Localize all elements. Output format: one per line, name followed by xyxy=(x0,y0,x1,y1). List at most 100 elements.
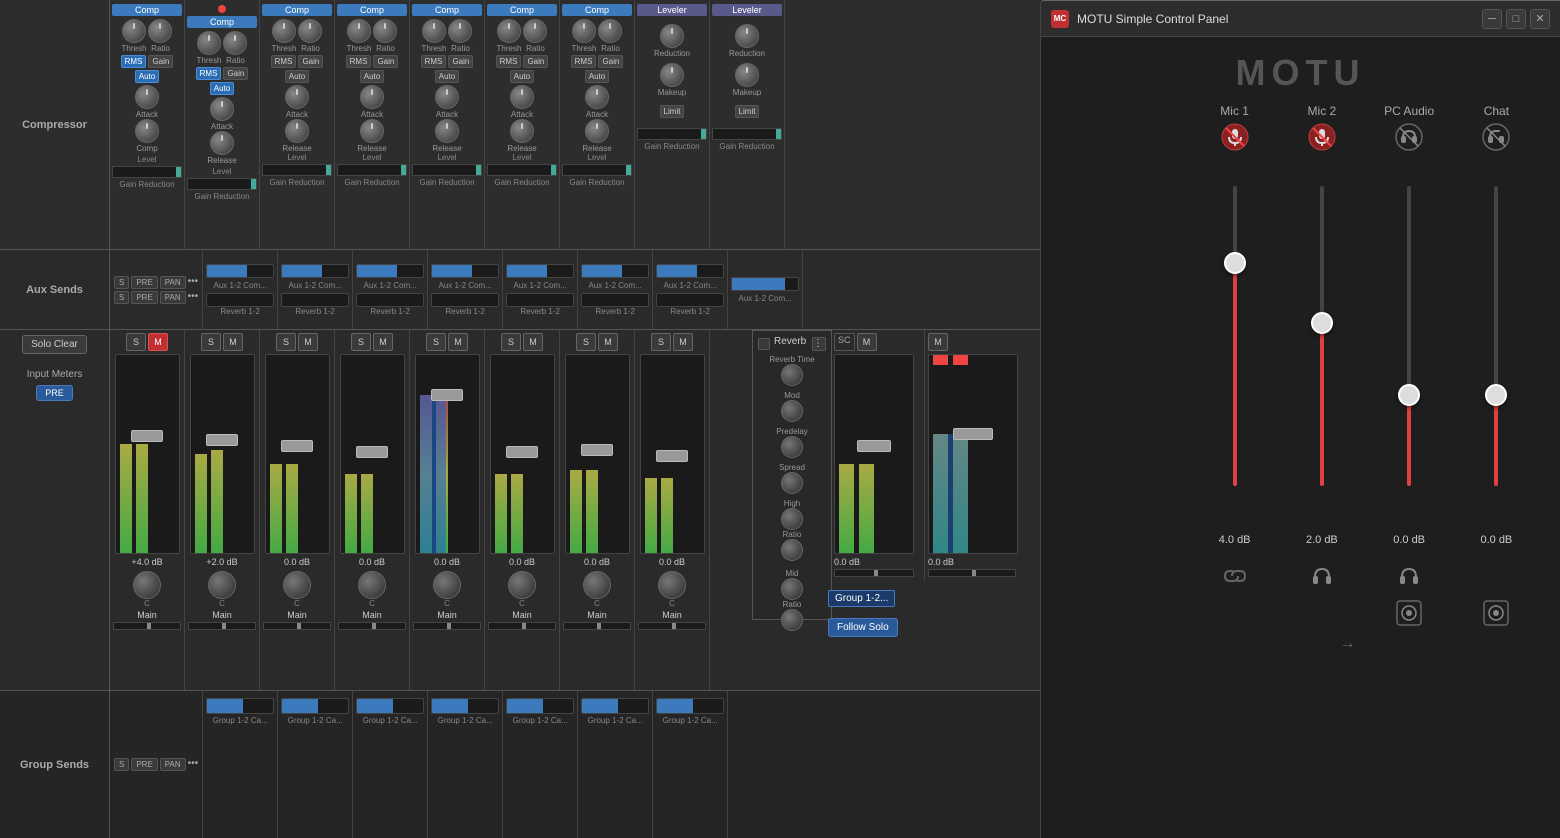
makeup-knob-l1[interactable] xyxy=(660,63,684,87)
assign-bar-out[interactable] xyxy=(928,569,1016,577)
reverb-menu-btn[interactable]: ⋮ xyxy=(812,337,826,351)
fader-4[interactable] xyxy=(356,446,388,458)
mute-btn-7[interactable]: M xyxy=(598,333,618,351)
assign-bar-6[interactable] xyxy=(488,622,556,630)
reverb-spread-knob[interactable] xyxy=(781,472,803,494)
speaker-icon-4[interactable] xyxy=(1482,599,1510,627)
rms-btn-2[interactable]: RMS xyxy=(196,67,222,80)
s-btn-aux2[interactable]: S xyxy=(114,291,129,304)
assign-bar-2[interactable] xyxy=(188,622,256,630)
grp-bar-6[interactable] xyxy=(581,698,649,714)
grp-bar-1[interactable] xyxy=(206,698,274,714)
pan-knob-6[interactable] xyxy=(508,571,536,599)
aux-bar2-4[interactable] xyxy=(431,293,499,307)
attack-6[interactable] xyxy=(510,85,534,109)
reduction-knob-l2[interactable] xyxy=(735,24,759,48)
fader-6[interactable] xyxy=(506,446,538,458)
ratio-5[interactable] xyxy=(448,19,472,43)
ratio-3[interactable] xyxy=(298,19,322,43)
dots-btn-aux2[interactable]: ••• xyxy=(188,291,199,304)
pan-knob-1[interactable] xyxy=(133,571,161,599)
mute-btn-6[interactable]: M xyxy=(523,333,543,351)
ratio-knob-2[interactable] xyxy=(223,31,247,55)
fader-handle-mic2[interactable] xyxy=(1311,312,1333,334)
gain-btn-2[interactable]: Gain xyxy=(223,67,248,80)
auto-5[interactable]: Auto xyxy=(435,70,459,83)
mute-btn-3[interactable]: M xyxy=(298,333,318,351)
aux-bar1-8[interactable] xyxy=(731,277,799,291)
aux-bar2-2[interactable] xyxy=(281,293,349,307)
solo-btn-4[interactable]: S xyxy=(351,333,371,351)
fader-2[interactable] xyxy=(206,434,238,446)
aux-bar2-7[interactable] xyxy=(656,293,724,307)
gain-5[interactable]: Gain xyxy=(448,55,473,68)
close-button[interactable]: ✕ xyxy=(1530,9,1550,29)
makeup-knob-l2[interactable] xyxy=(735,63,759,87)
assign-bar-4[interactable] xyxy=(338,622,406,630)
fader-8[interactable] xyxy=(656,450,688,462)
aux-bar2-1[interactable] xyxy=(206,293,274,307)
mute-btn-2[interactable]: M xyxy=(223,333,243,351)
gain-3[interactable]: Gain xyxy=(298,55,323,68)
headphone-icon-3[interactable] xyxy=(1394,561,1424,591)
attack-3[interactable] xyxy=(285,85,309,109)
pre-btn-grp[interactable]: PRE xyxy=(131,758,157,771)
solo-btn-8[interactable]: S xyxy=(651,333,671,351)
mute-btn-8[interactable]: M xyxy=(673,333,693,351)
dots-btn-grp[interactable]: ••• xyxy=(188,758,199,771)
thresh-3[interactable] xyxy=(272,19,296,43)
grp-bar-2[interactable] xyxy=(281,698,349,714)
reverb-mod-knob[interactable] xyxy=(781,400,803,422)
pan-knob-8[interactable] xyxy=(658,571,686,599)
release-knob-1[interactable] xyxy=(135,119,159,143)
pre-btn-aux[interactable]: PRE xyxy=(131,276,157,289)
pan-knob-2[interactable] xyxy=(208,571,236,599)
aux-bar2-3[interactable] xyxy=(356,293,424,307)
mute-btn-bus[interactable]: M xyxy=(857,333,877,351)
assign-bar-5[interactable] xyxy=(413,622,481,630)
fader-handle-chat[interactable] xyxy=(1485,384,1507,406)
rms-4[interactable]: RMS xyxy=(346,55,372,68)
reverb-mid-knob[interactable] xyxy=(781,578,803,600)
aux-bar1-6[interactable] xyxy=(581,264,649,278)
gain-4[interactable]: Gain xyxy=(373,55,398,68)
dots-btn-aux[interactable]: ••• xyxy=(188,276,199,289)
assign-bar-bus[interactable] xyxy=(834,569,914,577)
grp-bar-3[interactable] xyxy=(356,698,424,714)
pan-knob-5[interactable] xyxy=(433,571,461,599)
pan-knob-4[interactable] xyxy=(358,571,386,599)
rms-5[interactable]: RMS xyxy=(421,55,447,68)
aux-bar1-7[interactable] xyxy=(656,264,724,278)
link-icon[interactable] xyxy=(1220,561,1250,591)
thresh-knob-2[interactable] xyxy=(197,31,221,55)
gain-6[interactable]: Gain xyxy=(523,55,548,68)
aux-bar1-2[interactable] xyxy=(281,264,349,278)
pan-btn-grp[interactable]: PAN xyxy=(160,758,186,771)
aux-bar2-6[interactable] xyxy=(581,293,649,307)
rms-btn-1[interactable]: RMS xyxy=(121,55,147,68)
reverb-ratio-knob[interactable] xyxy=(781,539,803,561)
pre-button[interactable]: PRE xyxy=(36,385,73,401)
s-btn-grp[interactable]: S xyxy=(114,758,129,771)
gain-btn-1[interactable]: Gain xyxy=(148,55,173,68)
speaker-icon-3[interactable] xyxy=(1395,599,1423,627)
aux-bar1-5[interactable] xyxy=(506,264,574,278)
reverb-predelay-knob[interactable] xyxy=(781,436,803,458)
release-6[interactable] xyxy=(510,119,534,143)
headphone-icon-2[interactable] xyxy=(1307,561,1337,591)
solo-btn-1[interactable]: S xyxy=(126,333,146,351)
auto-6[interactable]: Auto xyxy=(510,70,534,83)
reverb-power-btn[interactable] xyxy=(758,338,770,350)
solo-clear-button[interactable]: Solo Clear xyxy=(22,335,87,354)
assign-bar-3[interactable] xyxy=(263,622,331,630)
pcaudio-mute[interactable] xyxy=(1366,123,1453,151)
auto-7[interactable]: Auto xyxy=(585,70,609,83)
reverb-high-knob[interactable] xyxy=(781,508,803,530)
release-5[interactable] xyxy=(435,119,459,143)
mute-btn-5[interactable]: M xyxy=(448,333,468,351)
pan-btn-aux2[interactable]: PAN xyxy=(160,291,186,304)
auto-3[interactable]: Auto xyxy=(285,70,309,83)
minimize-button[interactable]: ─ xyxy=(1482,9,1502,29)
reduction-knob-l1[interactable] xyxy=(660,24,684,48)
grp-bar-5[interactable] xyxy=(506,698,574,714)
